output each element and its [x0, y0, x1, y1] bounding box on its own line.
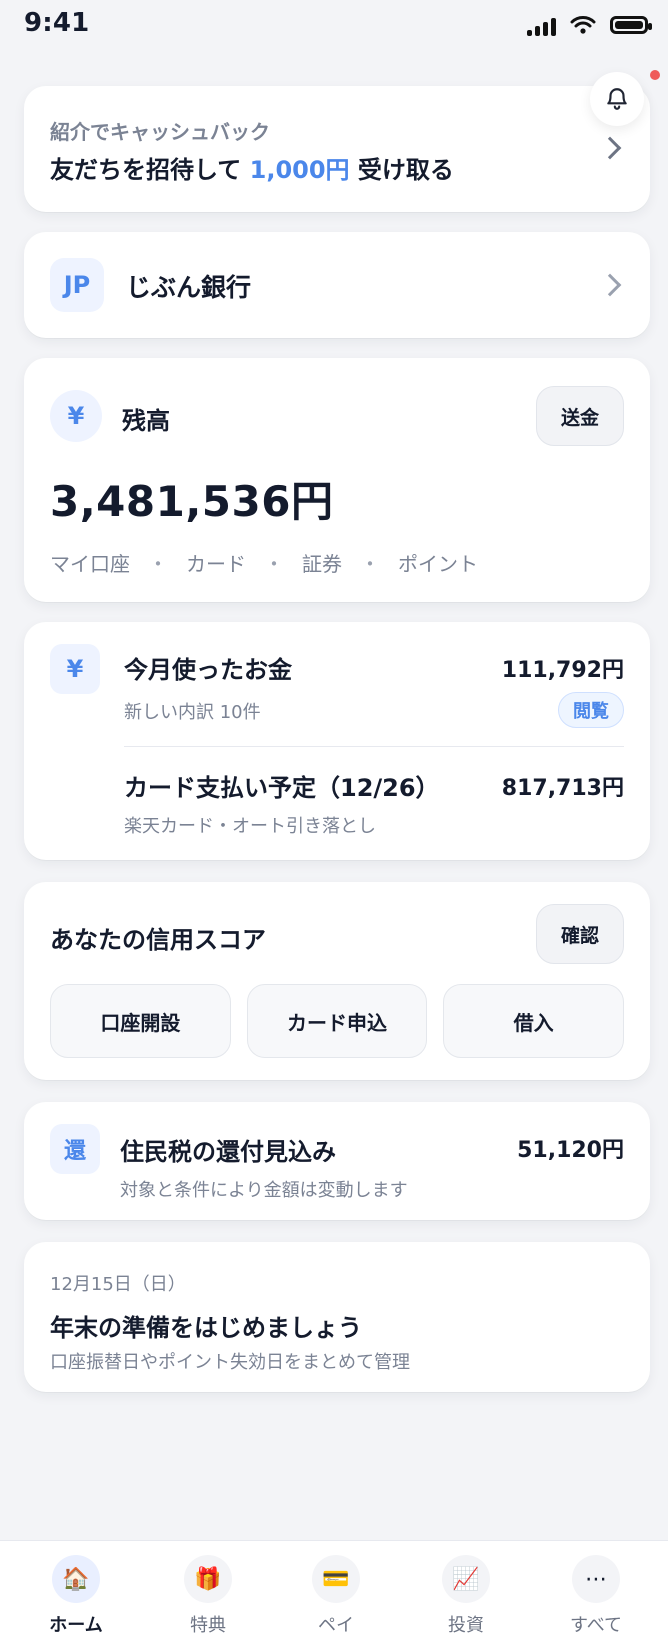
- bank-name: じぶん銀行: [126, 273, 252, 302]
- referral-subtitle: 紹介でキャッシュバック: [50, 120, 270, 144]
- tax-refund-card[interactable]: 還 住民税の還付見込み 対象と条件により金額は変動します 51,120円: [24, 1102, 650, 1220]
- tab-invest[interactable]: 📈 投資: [406, 1555, 526, 1637]
- referral-card[interactable]: 紹介でキャッシュバック 友だちを招待して 1,000円 受け取る: [24, 86, 650, 212]
- spending-card[interactable]: ¥ 今月使ったお金 新しい内訳 10件 111,792円 閲覧 カード支払い予定…: [24, 622, 650, 860]
- balance-label: 残高: [122, 407, 170, 435]
- status-icons: [527, 14, 652, 36]
- credit-score-title: あなたの信用スコア: [50, 926, 266, 954]
- reminder-subtitle: 口座振替日やポイント失効日をまとめて管理: [50, 1352, 410, 1373]
- signal-icon: [527, 14, 556, 36]
- bottom-tab-bar: 🏠 ホーム 🎁 特典 💳 ペイ 📈 投資 ⋯ すべて: [0, 1540, 668, 1648]
- referral-title-suffix: 受け取る: [357, 156, 454, 184]
- balance-card[interactable]: ¥ 残高 送金 3,481,536円 マイ口座 ・ カード ・ 証券 ・ ポイン…: [24, 358, 650, 602]
- chart-icon: 📈: [442, 1555, 490, 1603]
- card-payment-title: カード支払い予定（12/26）: [124, 774, 440, 802]
- status-time: 9:41: [24, 8, 90, 38]
- more-icon: ⋯: [572, 1555, 620, 1603]
- reminder-date: 12月15日（日）: [50, 1274, 186, 1295]
- tag-separator: ・: [264, 552, 284, 576]
- reminder-title: 年末の準備をはじめましょう: [50, 1314, 362, 1342]
- tax-refund-subtitle: 対象と条件により金額は変動します: [120, 1180, 408, 1201]
- tag-separator: ・: [148, 552, 168, 576]
- spending-value: 111,792円: [501, 658, 624, 683]
- tab-label: 特典: [190, 1615, 226, 1636]
- wifi-icon: [570, 16, 596, 34]
- apply-card-button[interactable]: カード申込: [246, 984, 428, 1058]
- referral-amount: 1,000円: [249, 156, 350, 184]
- tab-label: 投資: [448, 1615, 484, 1636]
- tag-securities[interactable]: 証券: [302, 548, 342, 577]
- tax-refund-title: 住民税の還付見込み: [120, 1138, 336, 1166]
- bank-logo: JP: [50, 258, 104, 312]
- notification-bell-button[interactable]: [590, 72, 644, 126]
- divider: [124, 746, 624, 747]
- tag-card[interactable]: カード: [186, 548, 246, 577]
- status-bar: 9:41: [0, 0, 668, 60]
- balance-amount: 3,481,536円: [50, 477, 334, 526]
- referral-title: 友だちを招待して 1,000円 受け取る: [50, 150, 454, 185]
- credit-actions: 口座開設 カード申込 借入: [50, 984, 625, 1058]
- referral-title-prefix: 友だちを招待して: [50, 156, 242, 184]
- tag-my-account[interactable]: マイ口座: [50, 548, 130, 577]
- battery-icon: [610, 16, 652, 34]
- send-money-button[interactable]: 送金: [536, 386, 624, 446]
- open-account-button[interactable]: 口座開設: [50, 984, 231, 1058]
- view-badge-button[interactable]: 閲覧: [558, 692, 624, 728]
- home-icon: 🏠: [52, 1555, 100, 1603]
- bell-icon: [607, 88, 627, 110]
- balance-tags: マイ口座 ・ カード ・ 証券 ・ ポイント: [50, 548, 478, 577]
- notification-dot: [650, 70, 660, 80]
- spending-subtitle: 新しい内訳 10件: [124, 702, 261, 723]
- tab-label: すべて: [569, 1615, 623, 1636]
- tax-refund-value: 51,120円: [517, 1138, 624, 1163]
- refund-icon: 還: [50, 1124, 100, 1174]
- bank-card[interactable]: JP じぶん銀行: [24, 232, 650, 338]
- card-payment-value: 817,713円: [501, 776, 624, 801]
- chevron-right-icon: [598, 136, 622, 160]
- tab-all[interactable]: ⋯ すべて: [536, 1555, 656, 1637]
- tab-benefits[interactable]: 🎁 特典: [148, 1555, 268, 1637]
- tab-label: ホーム: [49, 1615, 103, 1636]
- tab-pay[interactable]: 💳 ペイ: [276, 1555, 396, 1637]
- card-payment-subtitle: 楽天カード・オート引き落とし: [124, 816, 376, 837]
- credit-score-card: あなたの信用スコア 確認 口座開設 カード申込 借入: [24, 882, 650, 1080]
- tag-separator: ・: [360, 552, 380, 576]
- check-score-button[interactable]: 確認: [536, 904, 624, 964]
- tab-home[interactable]: 🏠 ホーム: [16, 1555, 136, 1637]
- card-icon: 💳: [312, 1555, 360, 1603]
- chevron-right-icon: [598, 273, 622, 297]
- yen-icon: ¥: [50, 390, 102, 442]
- gift-icon: 🎁: [184, 1555, 232, 1603]
- yen-icon: ¥: [50, 644, 100, 694]
- tag-points[interactable]: ポイント: [398, 548, 478, 577]
- loan-button[interactable]: 借入: [443, 984, 625, 1058]
- spending-title: 今月使ったお金: [124, 656, 292, 684]
- tab-label: ペイ: [318, 1615, 354, 1636]
- reminder-card[interactable]: 12月15日（日） 年末の準備をはじめましょう 口座振替日やポイント失効日をまと…: [24, 1242, 650, 1392]
